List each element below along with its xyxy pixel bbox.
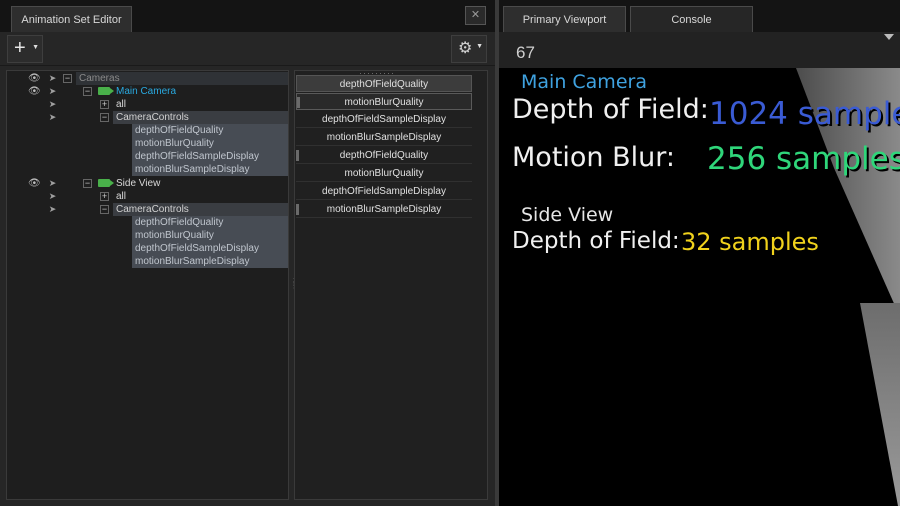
overlay-dof-label: Depth of Field: bbox=[512, 94, 709, 125]
tab-animation-set-editor[interactable]: Animation Set Editor bbox=[11, 6, 132, 32]
eye-icon[interactable]: 👁 bbox=[28, 73, 41, 84]
tree-label-property: depthOfFieldQuality bbox=[132, 216, 288, 229]
cursor-icon[interactable]: ➤ bbox=[47, 178, 58, 189]
tree-label-all: all bbox=[116, 191, 127, 202]
left-tabbar: Animation Set Editor ✕ bbox=[0, 0, 495, 32]
tree-label-property: depthOfFieldQuality bbox=[132, 124, 288, 137]
scene-wall bbox=[860, 303, 900, 506]
collapse-icon[interactable]: − bbox=[100, 113, 109, 122]
sequence-item-label: depthOfFieldQuality bbox=[339, 150, 429, 161]
app-window: Animation Set Editor ✕ + ▼ ⚙ ▼ 👁 ➤ − Cam… bbox=[0, 0, 900, 506]
cursor-icon[interactable]: ➤ bbox=[47, 191, 58, 202]
sequence-item[interactable]: depthOfFieldQuality bbox=[296, 75, 472, 92]
expand-icon[interactable]: + bbox=[100, 100, 109, 109]
tree-label-property: motionBlurSampleDisplay bbox=[132, 255, 288, 268]
cursor-icon[interactable]: ➤ bbox=[47, 86, 58, 97]
animation-set-editor-panel: Animation Set Editor ✕ + ▼ ⚙ ▼ 👁 ➤ − Cam… bbox=[0, 0, 495, 506]
tree-label-cameracontrols: CameraControls bbox=[113, 111, 288, 124]
tree-label-property: motionBlurQuality bbox=[132, 137, 288, 150]
tree-label-property: depthOfFieldSampleDisplay bbox=[132, 150, 288, 163]
eye-icon[interactable]: 👁 bbox=[28, 86, 41, 97]
cursor-icon[interactable]: ➤ bbox=[47, 73, 58, 84]
dropdown-arrow-icon: ▼ bbox=[32, 44, 39, 51]
tree-row-property[interactable]: motionBlurQuality bbox=[7, 137, 288, 150]
tree-row-property[interactable]: depthOfFieldSampleDisplay bbox=[7, 150, 288, 163]
sequence-item-label: motionBlurSampleDisplay bbox=[326, 204, 442, 215]
tree-row-cameras[interactable]: 👁 ➤ − Cameras bbox=[7, 72, 288, 85]
tree-row-property[interactable]: motionBlurSampleDisplay bbox=[7, 163, 288, 176]
overlay-dof-value: 1024 samples bbox=[709, 96, 900, 132]
overlay-mb-label: Motion Blur: bbox=[512, 142, 675, 173]
tree-row-property[interactable]: depthOfFieldSampleDisplay bbox=[7, 242, 288, 255]
fps-counter: 67 bbox=[516, 43, 535, 62]
marker-icon bbox=[296, 150, 299, 161]
overlay-side-dof-value: 32 samples bbox=[681, 228, 819, 256]
overlay-main-camera-title: Main Camera bbox=[521, 71, 647, 93]
right-tabbar: Primary Viewport Console bbox=[499, 0, 900, 32]
tree-label-cameras: Cameras bbox=[76, 72, 288, 85]
viewport-menu-arrow-icon[interactable] bbox=[884, 34, 894, 40]
camera-icon bbox=[98, 87, 114, 95]
overlay-side-view-title: Side View bbox=[521, 204, 614, 226]
collapse-icon[interactable]: − bbox=[83, 87, 92, 96]
camera-icon bbox=[98, 179, 114, 187]
tree-row-property[interactable]: depthOfFieldQuality bbox=[7, 216, 288, 229]
collapse-icon[interactable]: − bbox=[83, 179, 92, 188]
settings-dropdown-button[interactable]: ⚙ ▼ bbox=[451, 35, 487, 63]
tree-row-side-cameracontrols[interactable]: ➤ − CameraControls bbox=[7, 203, 288, 216]
gear-icon: ⚙ bbox=[458, 40, 473, 57]
tree-row-side-view[interactable]: 👁 ➤ − Side View bbox=[7, 177, 288, 190]
dropdown-arrow-icon: ▼ bbox=[476, 43, 483, 50]
tree-label-property: motionBlurSampleDisplay bbox=[132, 163, 288, 176]
tree-label-side-view: Side View bbox=[116, 178, 161, 189]
tree-label-all: all bbox=[116, 99, 127, 110]
sequence-list: ········· depthOfFieldQuality motionBlur… bbox=[294, 70, 488, 500]
animation-set-tree: 👁 ➤ − Cameras 👁 ➤ − Main Camera ➤ + all … bbox=[6, 70, 289, 500]
marker-icon bbox=[296, 204, 299, 215]
tree-label-cameracontrols: CameraControls bbox=[113, 203, 288, 216]
sequence-item[interactable]: motionBlurQuality bbox=[296, 165, 472, 182]
overlay-mb-value: 256 samples bbox=[707, 141, 900, 177]
sequence-item[interactable]: motionBlurSampleDisplay bbox=[296, 201, 472, 218]
cursor-icon[interactable]: ➤ bbox=[47, 112, 58, 123]
render-viewport[interactable]: Main Camera Depth of Field: 1024 samples… bbox=[499, 68, 900, 506]
overlay-side-dof-label: Depth of Field: bbox=[512, 228, 680, 254]
tree-label-main-camera: Main Camera bbox=[116, 86, 177, 97]
collapse-icon[interactable]: − bbox=[100, 205, 109, 214]
eye-icon[interactable]: 👁 bbox=[28, 178, 41, 189]
expand-icon[interactable]: + bbox=[100, 192, 109, 201]
tab-console[interactable]: Console bbox=[630, 6, 753, 32]
tree-label-property: depthOfFieldSampleDisplay bbox=[132, 242, 288, 255]
tree-row-main-cameracontrols[interactable]: ➤ − CameraControls bbox=[7, 111, 288, 124]
tree-row-side-all[interactable]: ➤ + all bbox=[7, 190, 288, 203]
tree-row-main-all[interactable]: ➤ + all bbox=[7, 98, 288, 111]
tree-row-property[interactable]: depthOfFieldQuality bbox=[7, 124, 288, 137]
tree-row-main-camera[interactable]: 👁 ➤ − Main Camera bbox=[7, 85, 288, 98]
sequence-item[interactable]: depthOfFieldSampleDisplay bbox=[296, 111, 472, 128]
sequence-item[interactable]: depthOfFieldQuality bbox=[296, 147, 472, 164]
marker-icon bbox=[297, 97, 300, 108]
close-panel-button[interactable]: ✕ bbox=[465, 6, 486, 25]
tree-row-property[interactable]: motionBlurQuality bbox=[7, 229, 288, 242]
sequence-item[interactable]: motionBlurSampleDisplay bbox=[296, 129, 472, 146]
viewport-panel: Primary Viewport Console 67 Main Camera … bbox=[499, 0, 900, 506]
tree-row-property[interactable]: motionBlurSampleDisplay bbox=[7, 255, 288, 268]
editor-toolbar: + ▼ ⚙ ▼ bbox=[0, 32, 495, 66]
sequence-item-label: motionBlurQuality bbox=[344, 97, 424, 108]
viewport-header: 67 bbox=[499, 32, 900, 68]
cursor-icon[interactable]: ➤ bbox=[47, 99, 58, 110]
tree-label-property: motionBlurQuality bbox=[132, 229, 288, 242]
tab-primary-viewport[interactable]: Primary Viewport bbox=[503, 6, 626, 32]
sequence-item[interactable]: depthOfFieldSampleDisplay bbox=[296, 183, 472, 200]
sequence-item[interactable]: motionBlurQuality bbox=[296, 93, 472, 110]
collapse-icon[interactable]: − bbox=[63, 74, 72, 83]
plus-icon: + bbox=[14, 37, 26, 59]
add-dropdown-button[interactable]: + ▼ bbox=[7, 35, 43, 63]
cursor-icon[interactable]: ➤ bbox=[47, 204, 58, 215]
